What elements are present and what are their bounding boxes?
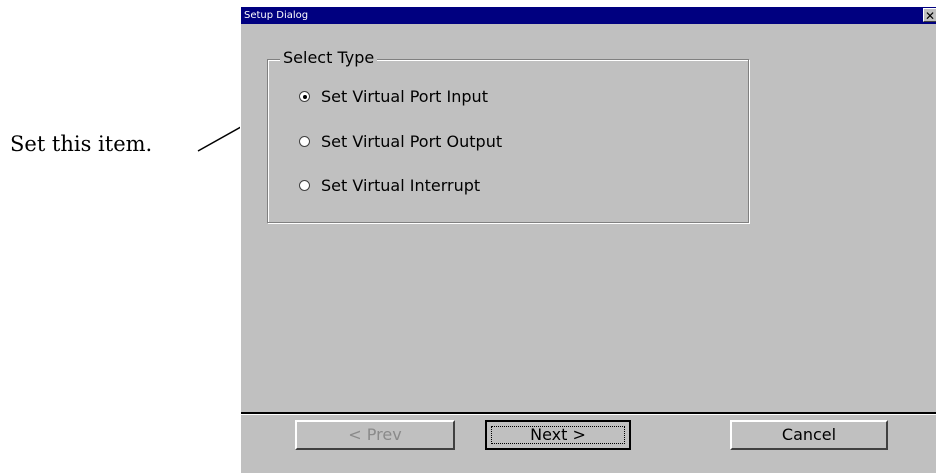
radio-unchecked-icon[interactable]: [299, 180, 310, 191]
radio-unchecked-icon[interactable]: [299, 136, 310, 147]
setup-dialog: Setup Dialog ✕ Select Type Set Virtual P…: [240, 7, 936, 473]
title-bar[interactable]: Setup Dialog ✕: [241, 7, 936, 24]
radio-label: Set Virtual Port Input: [321, 87, 488, 106]
next-button[interactable]: Next >: [485, 420, 631, 450]
close-icon[interactable]: ✕: [923, 8, 936, 23]
prev-button[interactable]: < Prev: [295, 420, 455, 450]
radio-checked-icon[interactable]: [299, 91, 310, 102]
cancel-button[interactable]: Cancel: [730, 420, 888, 450]
radio-label: Set Virtual Interrupt: [321, 176, 481, 195]
button-separator-highlight: [241, 414, 936, 415]
radio-label: Set Virtual Port Output: [321, 132, 503, 151]
select-type-label: Select Type: [280, 48, 378, 67]
dialog-title: Setup Dialog: [244, 10, 309, 21]
